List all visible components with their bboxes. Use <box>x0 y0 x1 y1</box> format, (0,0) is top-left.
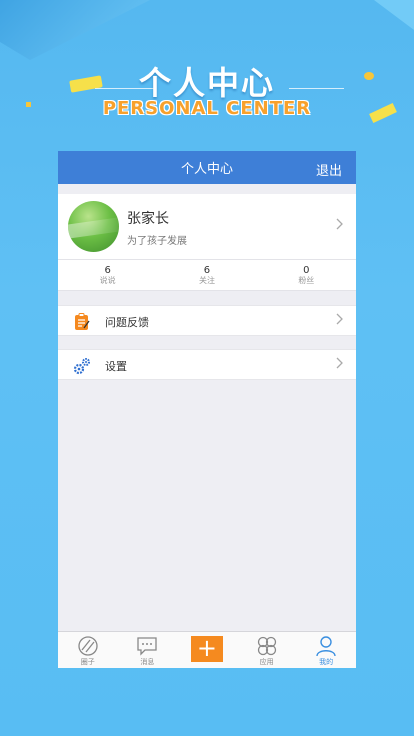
logout-button[interactable]: 退出 <box>316 160 342 179</box>
tab-messages[interactable]: 消息 <box>118 632 178 668</box>
tab-label: 圈子 <box>80 658 95 666</box>
plus-icon[interactable]: + <box>190 636 223 662</box>
stat-value: 6 <box>104 265 111 276</box>
phone-screen: 个人中心 退出 张家长 为了孩子发展 6 说说 6 关注 0 粉丝 问题反馈 设… <box>58 151 356 668</box>
chevron-right-icon <box>336 357 344 373</box>
stat-following[interactable]: 6 关注 <box>157 260 256 290</box>
page-title: 个人中心 <box>180 162 233 177</box>
tab-label: 应用 <box>259 658 274 666</box>
user-icon <box>315 635 337 657</box>
menu-label: 设置 <box>105 360 127 373</box>
tab-apps[interactable]: 应用 <box>237 632 297 668</box>
stat-label: 粉丝 <box>298 276 315 285</box>
tab-mine[interactable]: 我的 <box>296 632 356 668</box>
stats-bar: 6 说说 6 关注 0 粉丝 <box>58 259 356 291</box>
message-icon <box>136 635 158 657</box>
stat-followers[interactable]: 0 粉丝 <box>257 260 356 290</box>
circle-icon <box>77 635 99 657</box>
gear-icon <box>73 357 91 375</box>
tab-circle[interactable]: 圈子 <box>58 632 118 668</box>
chevron-right-icon <box>336 218 344 234</box>
tab-label: 消息 <box>140 658 155 666</box>
stat-label: 说说 <box>99 276 116 285</box>
profile-name: 张家长 <box>127 211 169 227</box>
menu-label: 问题反馈 <box>105 316 149 329</box>
avatar <box>68 201 119 252</box>
apps-icon <box>256 635 278 657</box>
stat-value: 0 <box>303 265 310 276</box>
feedback-icon <box>73 313 91 331</box>
profile-motto: 为了孩子发展 <box>127 236 187 247</box>
tab-bar: 圈子 消息 + 应用 我的 <box>58 631 356 668</box>
chevron-right-icon <box>336 313 344 329</box>
menu-item-settings[interactable]: 设置 <box>58 349 356 380</box>
tab-label: 我的 <box>319 658 334 666</box>
stat-value: 6 <box>203 265 211 276</box>
menu-item-feedback[interactable]: 问题反馈 <box>58 305 356 336</box>
hero-subtitle: PERSONAL CENTER <box>102 98 312 119</box>
navigation-bar: 个人中心 退出 <box>58 151 356 184</box>
stat-label: 关注 <box>198 276 215 285</box>
tab-add[interactable]: + <box>177 632 237 668</box>
profile-card[interactable]: 张家长 为了孩子发展 <box>58 194 356 259</box>
stat-posts[interactable]: 6 说说 <box>58 260 157 290</box>
background-decoration <box>374 0 414 30</box>
background-decoration <box>0 0 150 60</box>
